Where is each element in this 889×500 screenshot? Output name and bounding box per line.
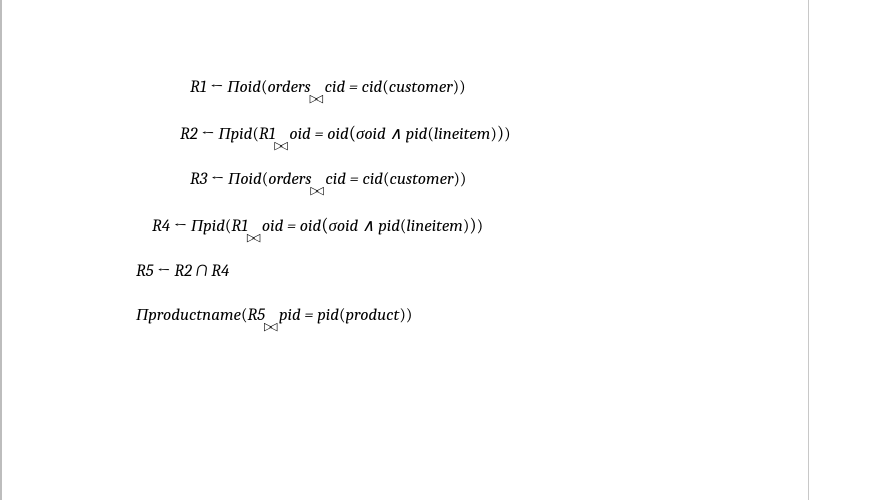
equation-line-1: R1 ← Πoid(orderscid = cid(customer)) [190,78,730,98]
left-margin-rule [0,0,2,500]
join-condition: cid = cid [325,78,383,97]
projection-op: Πoid [228,170,262,189]
projection-op: Πpid [191,217,225,236]
eq-lhs: R1 [190,78,206,97]
selection-op: σoid ∧ pid [328,217,399,236]
equation-line-6: Πproductname(R5pid = pid(product)) [136,306,730,326]
relation-left: R1 [259,125,275,144]
join-condition: pid = pid [279,306,339,325]
relation-left: R1 [231,217,247,236]
left-arrow-icon: ← [201,125,214,144]
selection-op: σoid ∧ pid [356,125,427,144]
equation-line-2: R2 ← Πpid(R1oid = oid(σoid ∧ pid(lineite… [180,122,730,145]
equation-line-3: R3 ← Πoid(orderscid = cid(customer)) [190,170,730,190]
left-arrow-icon: ← [211,170,224,189]
equation-block: R1 ← Πoid(orderscid = cid(customer)) R2 … [130,78,730,350]
relation-left: R5 [247,306,265,325]
eq-lhs: R4 [152,217,170,236]
join-condition: cid = cid [325,170,383,189]
eq-lhs: R3 [190,170,207,189]
projection-op: Πproductname [136,306,241,325]
projection-op: Πpid [218,125,252,144]
left-arrow-icon: ← [210,78,223,97]
right-margin-rule [808,0,809,500]
projection-op: Πoid [227,78,261,97]
equation-line-4: R4 ← Πpid(R1oid = oid(σoid ∧ pid(lineite… [152,214,730,237]
relation-right: lineitem [406,217,462,236]
relation-right: product [345,306,399,325]
relation-right: lineitem [434,125,490,144]
eq-lhs: R5 [136,262,154,281]
relation-left: orders [268,170,311,189]
relation-right: customer [389,78,453,97]
join-condition: oid = oid [262,217,321,236]
eq-lhs: R2 [180,125,198,144]
left-arrow-icon: ← [157,262,170,281]
join-condition: oid = oid [289,125,348,144]
left-arrow-icon: ← [174,217,187,236]
document-page: R1 ← Πoid(orderscid = cid(customer)) R2 … [0,0,889,500]
relation-left: orders [267,78,310,97]
equation-line-5: R5 ← R2 ∩ R4 [136,262,730,282]
eq-rhs: R2 ∩ R4 [174,262,229,281]
relation-right: customer [390,170,454,189]
